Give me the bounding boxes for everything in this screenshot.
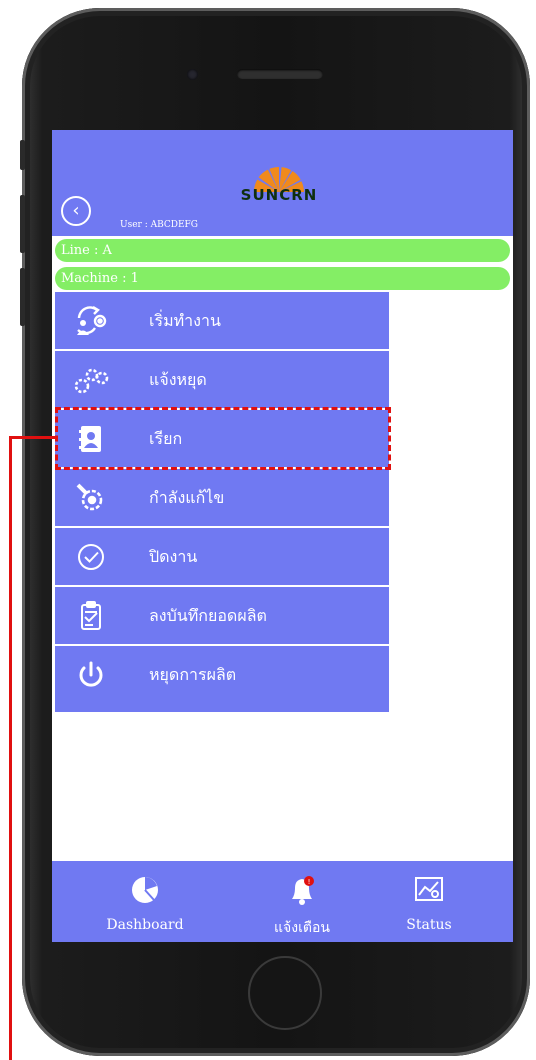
back-button[interactable]: ‹	[61, 196, 91, 226]
user-label: User : ABCDEFG	[120, 220, 198, 230]
nav-alerts-label: แจ้งเตือน	[274, 920, 330, 936]
volume-down-button	[20, 268, 25, 326]
menu-item-label: หยุดการผลิต	[149, 665, 237, 684]
home-button[interactable]	[248, 956, 322, 1030]
app-header: SUNCRN ‹ User : ABCDEFG	[52, 130, 513, 236]
mute-switch	[20, 140, 25, 170]
bottom-navigation: Dashboard ! แจ้งเตือน Status	[52, 861, 513, 942]
brand-logo-text: SUNCRN	[240, 186, 318, 204]
gears-icon	[73, 363, 109, 397]
nav-dashboard-label: Dashboard	[106, 917, 184, 933]
line-info-bar: Line : A	[55, 239, 510, 262]
menu-item-start-work[interactable]: เริ่มทำงาน	[55, 292, 389, 351]
earpiece-speaker	[237, 69, 323, 79]
monitor-chart-icon	[411, 873, 447, 907]
check-circle-icon	[73, 540, 109, 574]
power-icon	[73, 658, 109, 692]
menu-item-label: กำลังแก้ไข	[149, 488, 225, 507]
menu-item-repairing[interactable]: กำลังแก้ไข	[55, 469, 389, 528]
menu-item-label: ปิดงาน	[149, 547, 198, 566]
menu-item-label: แจ้งหยุด	[149, 370, 207, 389]
clipboard-check-icon	[73, 599, 109, 633]
annotation-connector-vertical	[9, 436, 12, 1060]
app-screen: SUNCRN ‹ User : ABCDEFG Line : A Machine…	[52, 130, 513, 942]
svg-text:!: !	[308, 878, 311, 886]
pie-chart-icon	[127, 873, 163, 907]
menu-item-close-job[interactable]: ปิดงาน	[55, 528, 389, 587]
main-menu: เริ่มทำงาน แจ้งหยุด เรียก กำลังแก้ไข ปิด…	[55, 292, 389, 712]
menu-item-label: เริ่มทำงาน	[149, 311, 221, 330]
menu-item-record-production[interactable]: ลงบันทึกยอดผลิต	[55, 587, 389, 646]
nav-alerts[interactable]: ! แจ้งเตือน	[247, 861, 357, 942]
volume-up-button	[20, 195, 25, 253]
repair-gear-icon	[73, 481, 109, 515]
bell-icon: !	[284, 873, 320, 907]
nav-status[interactable]: Status	[374, 861, 484, 942]
start-work-icon	[73, 304, 109, 338]
front-camera	[187, 69, 198, 80]
nav-dashboard[interactable]: Dashboard	[90, 861, 200, 942]
call-item-highlight	[55, 407, 391, 470]
menu-item-label: ลงบันทึกยอดผลิต	[149, 606, 267, 625]
menu-item-report-stop[interactable]: แจ้งหยุด	[55, 351, 389, 410]
nav-status-label: Status	[406, 917, 452, 933]
menu-item-stop-production[interactable]: หยุดการผลิต	[55, 646, 389, 712]
annotation-connector-horizontal	[9, 436, 56, 439]
machine-info-bar: Machine : 1	[55, 267, 510, 290]
